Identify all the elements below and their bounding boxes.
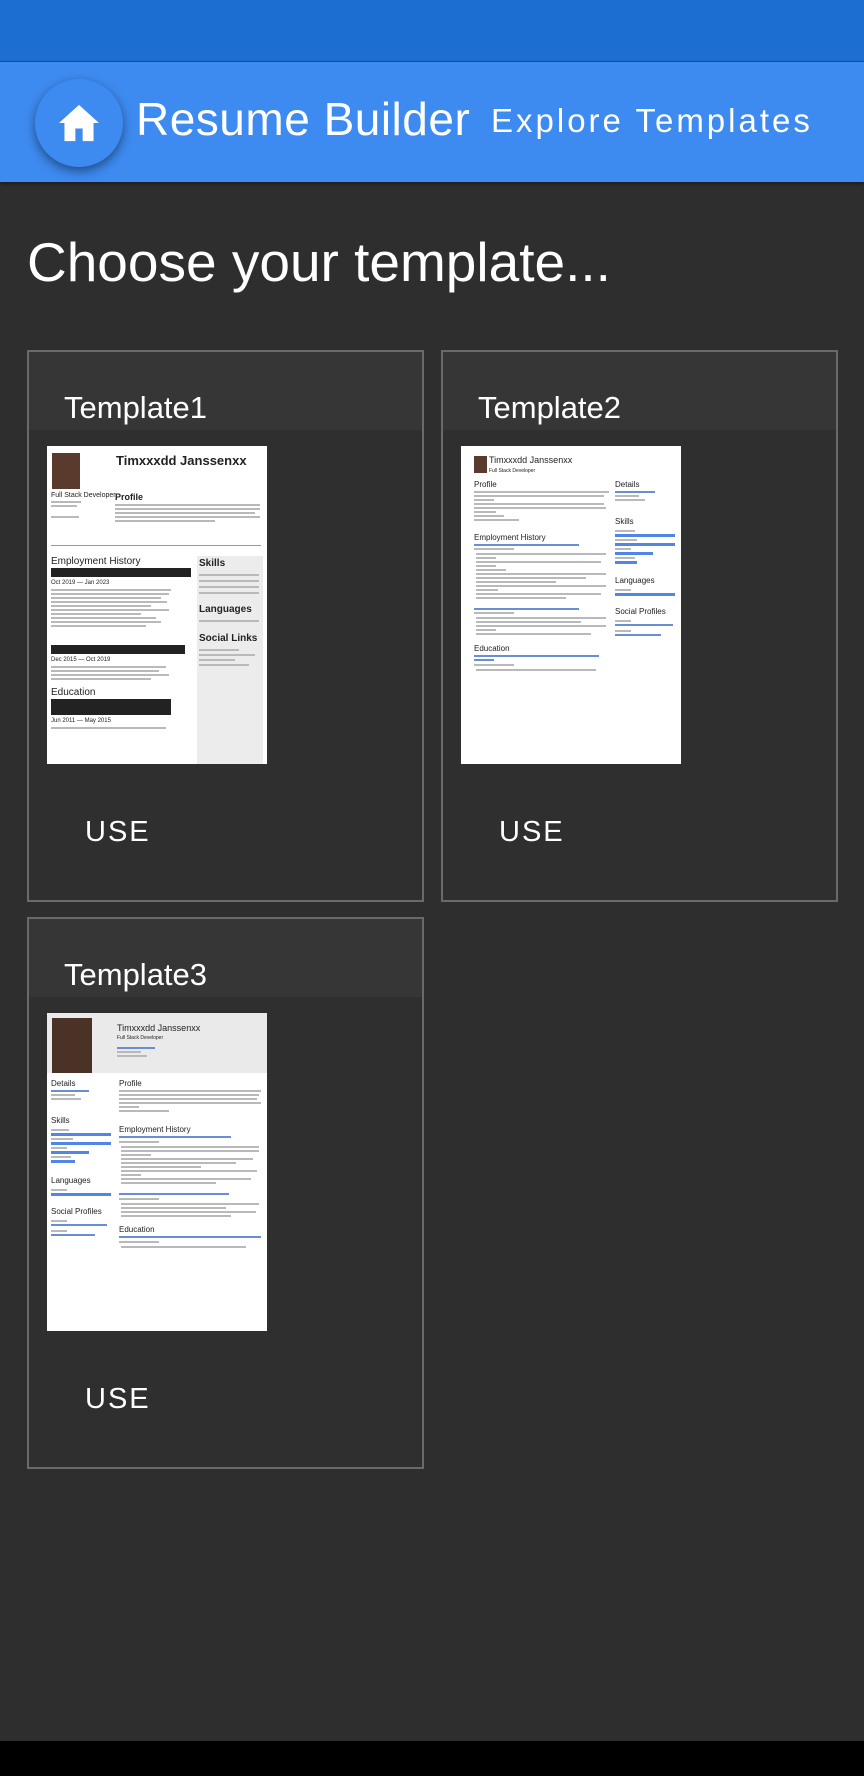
template-card-header: Template3: [29, 919, 422, 997]
preview-languages-heading: Languages: [199, 604, 252, 615]
preview-details-heading: Details: [51, 1079, 76, 1088]
template-card-body: Timxxxdd Janssenxx Full Stack Developer …: [29, 997, 422, 1467]
preview-name: Timxxxdd Janssenxx: [116, 453, 247, 468]
navigation-bar: [0, 1741, 864, 1776]
template-card-body: Timxxxdd Janssenxx Full Stack Developer …: [29, 430, 422, 900]
template-card-2[interactable]: Template2 Timxxxdd Janssenxx Full Stack …: [441, 350, 838, 902]
preview-social-links-heading: Social Links: [199, 633, 258, 644]
template-title: Template1: [64, 390, 208, 425]
preview-role: Full Stack Developer: [489, 468, 536, 474]
preview-employment-heading: Employment History: [119, 1125, 191, 1134]
app-bar: Resume Builder Explore Templates: [0, 62, 864, 182]
preview-social-profiles-heading: Social Profiles: [51, 1207, 102, 1216]
preview-employment-heading: Employment History: [51, 556, 141, 567]
template-title: Template2: [478, 390, 622, 425]
home-icon: [59, 104, 99, 142]
preview-skills-heading: Skills: [615, 517, 634, 526]
preview-social-profiles-heading: Social Profiles: [615, 607, 666, 616]
preview-role: Full Stack Developer: [51, 492, 116, 499]
use-template-3-button[interactable]: USE: [77, 1379, 159, 1420]
template-card-3[interactable]: Template3 Timxxxdd Janssenxx Full Stack …: [27, 917, 424, 1469]
preview-languages-heading: Languages: [51, 1176, 91, 1185]
preview-details-heading: Details: [615, 480, 640, 489]
home-button[interactable]: [35, 79, 123, 167]
template-2-preview[interactable]: Timxxxdd Janssenxx Full Stack Developer …: [461, 446, 681, 764]
avatar: [52, 1018, 92, 1073]
app-subtitle: Explore Templates: [491, 102, 813, 139]
preview-name: Timxxxdd Janssenxx: [117, 1023, 201, 1033]
page-heading: Choose your template...: [27, 231, 611, 293]
preview-name: Timxxxdd Janssenxx: [489, 455, 573, 465]
preview-role: Full Stack Developer: [117, 1035, 164, 1041]
avatar: [474, 456, 487, 473]
preview-education-heading: Education: [51, 687, 96, 698]
use-template-1-button[interactable]: USE: [77, 812, 159, 853]
preview-job2-dates: Dec 2015 — Oct 2019: [51, 657, 111, 663]
template-1-preview[interactable]: Timxxxdd Janssenxx Full Stack Developer …: [47, 446, 267, 764]
preview-skills-heading: Skills: [199, 558, 226, 569]
preview-profile-heading: Profile: [119, 1079, 142, 1088]
app-title: Resume Builder: [136, 93, 471, 145]
preview-education-heading: Education: [119, 1225, 155, 1234]
template-title: Template3: [64, 957, 208, 992]
preview-skills-heading: Skills: [51, 1116, 70, 1125]
template-3-preview[interactable]: Timxxxdd Janssenxx Full Stack Developer …: [47, 1013, 267, 1331]
template-card-header: Template2: [443, 352, 836, 430]
template-card-body: Timxxxdd Janssenxx Full Stack Developer …: [443, 430, 836, 900]
preview-employment-heading: Employment History: [474, 533, 546, 542]
avatar: [52, 453, 80, 489]
use-template-2-button[interactable]: USE: [491, 812, 573, 853]
template-card-header: Template1: [29, 352, 422, 430]
preview-profile-heading: Profile: [474, 480, 497, 489]
preview-profile-heading: Profile: [115, 492, 144, 502]
preview-job1-dates: Oct 2019 — Jan 2023: [51, 580, 110, 586]
status-bar: [0, 0, 864, 62]
preview-edu-dates: Jun 2011 — May 2015: [51, 718, 111, 724]
template-card-1[interactable]: Template1 Timxxxdd Janssenxx Full Stack …: [27, 350, 424, 902]
preview-education-heading: Education: [474, 644, 510, 653]
preview-languages-heading: Languages: [615, 576, 655, 585]
